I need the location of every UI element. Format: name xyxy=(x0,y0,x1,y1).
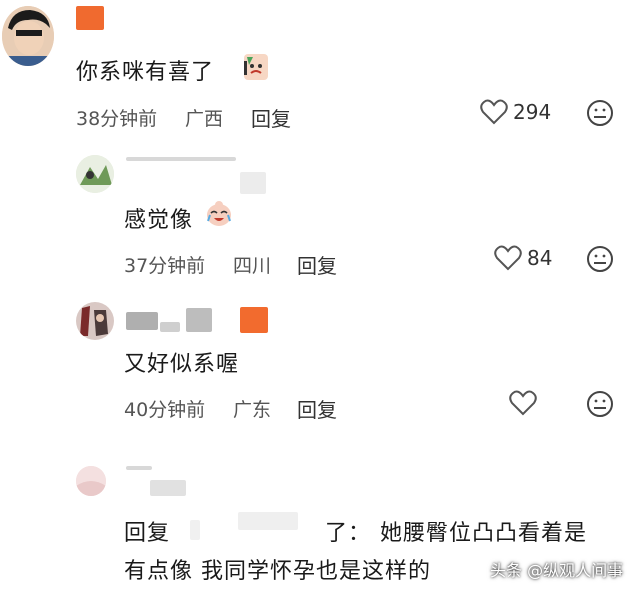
username-redacted xyxy=(150,480,186,496)
comment-text: 又好似系喔 xyxy=(124,352,240,377)
badge-redacted xyxy=(240,307,268,333)
reply-button[interactable]: 回复 xyxy=(297,250,337,279)
heart-icon[interactable] xyxy=(509,390,537,416)
comment-region: 四川 xyxy=(233,255,272,277)
comment-text: 她腰臀位凸凸看着是 xyxy=(380,521,588,546)
heart-icon[interactable] xyxy=(480,99,508,125)
comment-time: 38分钟前 xyxy=(76,108,158,130)
comment-time: 37分钟前 xyxy=(124,255,206,277)
reply-button[interactable]: 回复 xyxy=(297,394,337,423)
comment-text: 你系咪有喜了 xyxy=(76,60,215,85)
sticker-emoji-icon xyxy=(243,53,269,85)
avatar[interactable] xyxy=(76,302,114,340)
like-count: 84 xyxy=(527,246,553,270)
username-redacted xyxy=(186,308,212,332)
reply-prefix[interactable]: 回复 xyxy=(124,515,170,547)
username-redacted xyxy=(126,466,152,470)
reply-separator: 了： xyxy=(325,521,372,546)
comment-region: 广西 xyxy=(185,108,224,130)
mention-redacted xyxy=(190,520,200,540)
comment-region: 广东 xyxy=(233,399,272,421)
comment-text-line2: 有点像 我同学怀孕也是这样的 xyxy=(124,559,431,584)
neutral-face-icon[interactable] xyxy=(586,390,614,418)
comment-time: 40分钟前 xyxy=(124,399,206,421)
username-redacted xyxy=(240,172,266,194)
neutral-face-icon[interactable] xyxy=(586,245,614,273)
avatar[interactable] xyxy=(76,466,106,496)
heart-icon[interactable] xyxy=(494,245,522,271)
laugh-cry-emoji-icon xyxy=(205,199,233,231)
mention-redacted xyxy=(238,512,298,530)
username-redacted xyxy=(126,312,158,330)
avatar[interactable] xyxy=(76,155,114,193)
neutral-face-icon[interactable] xyxy=(586,99,614,127)
username-redacted xyxy=(160,322,180,332)
like-count: 294 xyxy=(513,100,552,124)
comment-text: 感觉像 xyxy=(124,208,194,233)
username-redacted xyxy=(126,157,236,161)
avatar[interactable] xyxy=(2,6,54,66)
username-redacted xyxy=(76,6,104,30)
reply-button[interactable]: 回复 xyxy=(251,103,291,132)
watermark: 头条 @纵观人间事 xyxy=(490,561,624,580)
